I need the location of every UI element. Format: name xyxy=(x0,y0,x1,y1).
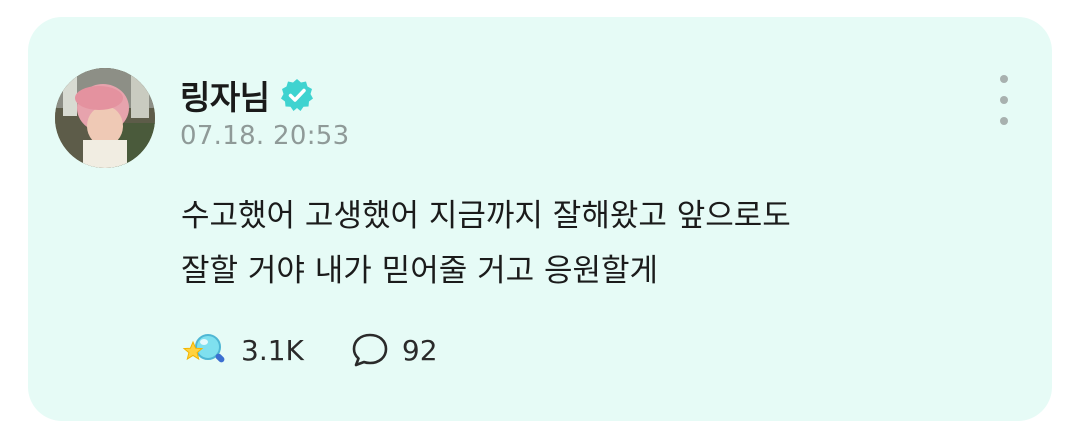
speech-bubble-icon[interactable] xyxy=(350,330,390,370)
post-header: 링자님 07.18. 20:53 xyxy=(180,75,350,151)
post-body: 수고했어 고생했어 지금까지 잘해왔고 앞으로도 잘할 거야 내가 믿어줄 거고… xyxy=(181,189,1001,299)
post-body-line: 수고했어 고생했어 지금까지 잘해왔고 앞으로도 xyxy=(181,198,791,234)
more-dot xyxy=(1000,117,1008,125)
author-name[interactable]: 링자님 xyxy=(180,71,270,119)
author-row: 링자님 xyxy=(180,75,350,117)
post-timestamp: 07.18. 20:53 xyxy=(180,121,350,151)
more-dot xyxy=(1000,75,1008,83)
avatar-image xyxy=(55,68,155,168)
star-magnifier-reaction-icon[interactable] xyxy=(181,330,229,370)
more-dot xyxy=(1000,96,1008,104)
comment-count: 92 xyxy=(401,333,438,367)
post-card[interactable]: 링자님 07.18. 20:53 수고했어 고생했어 지금까지 잘해왔고 앞으로… xyxy=(28,17,1052,421)
avatar[interactable] xyxy=(55,68,155,168)
verified-badge-icon xyxy=(280,78,314,112)
more-vertical-icon[interactable] xyxy=(994,75,1014,125)
post-body-line: 잘할 거야 내가 믿어줄 거고 응원할게 xyxy=(181,253,659,289)
reaction-count: 3.1K xyxy=(241,333,304,367)
post-footer: 3.1K 92 xyxy=(181,330,438,370)
